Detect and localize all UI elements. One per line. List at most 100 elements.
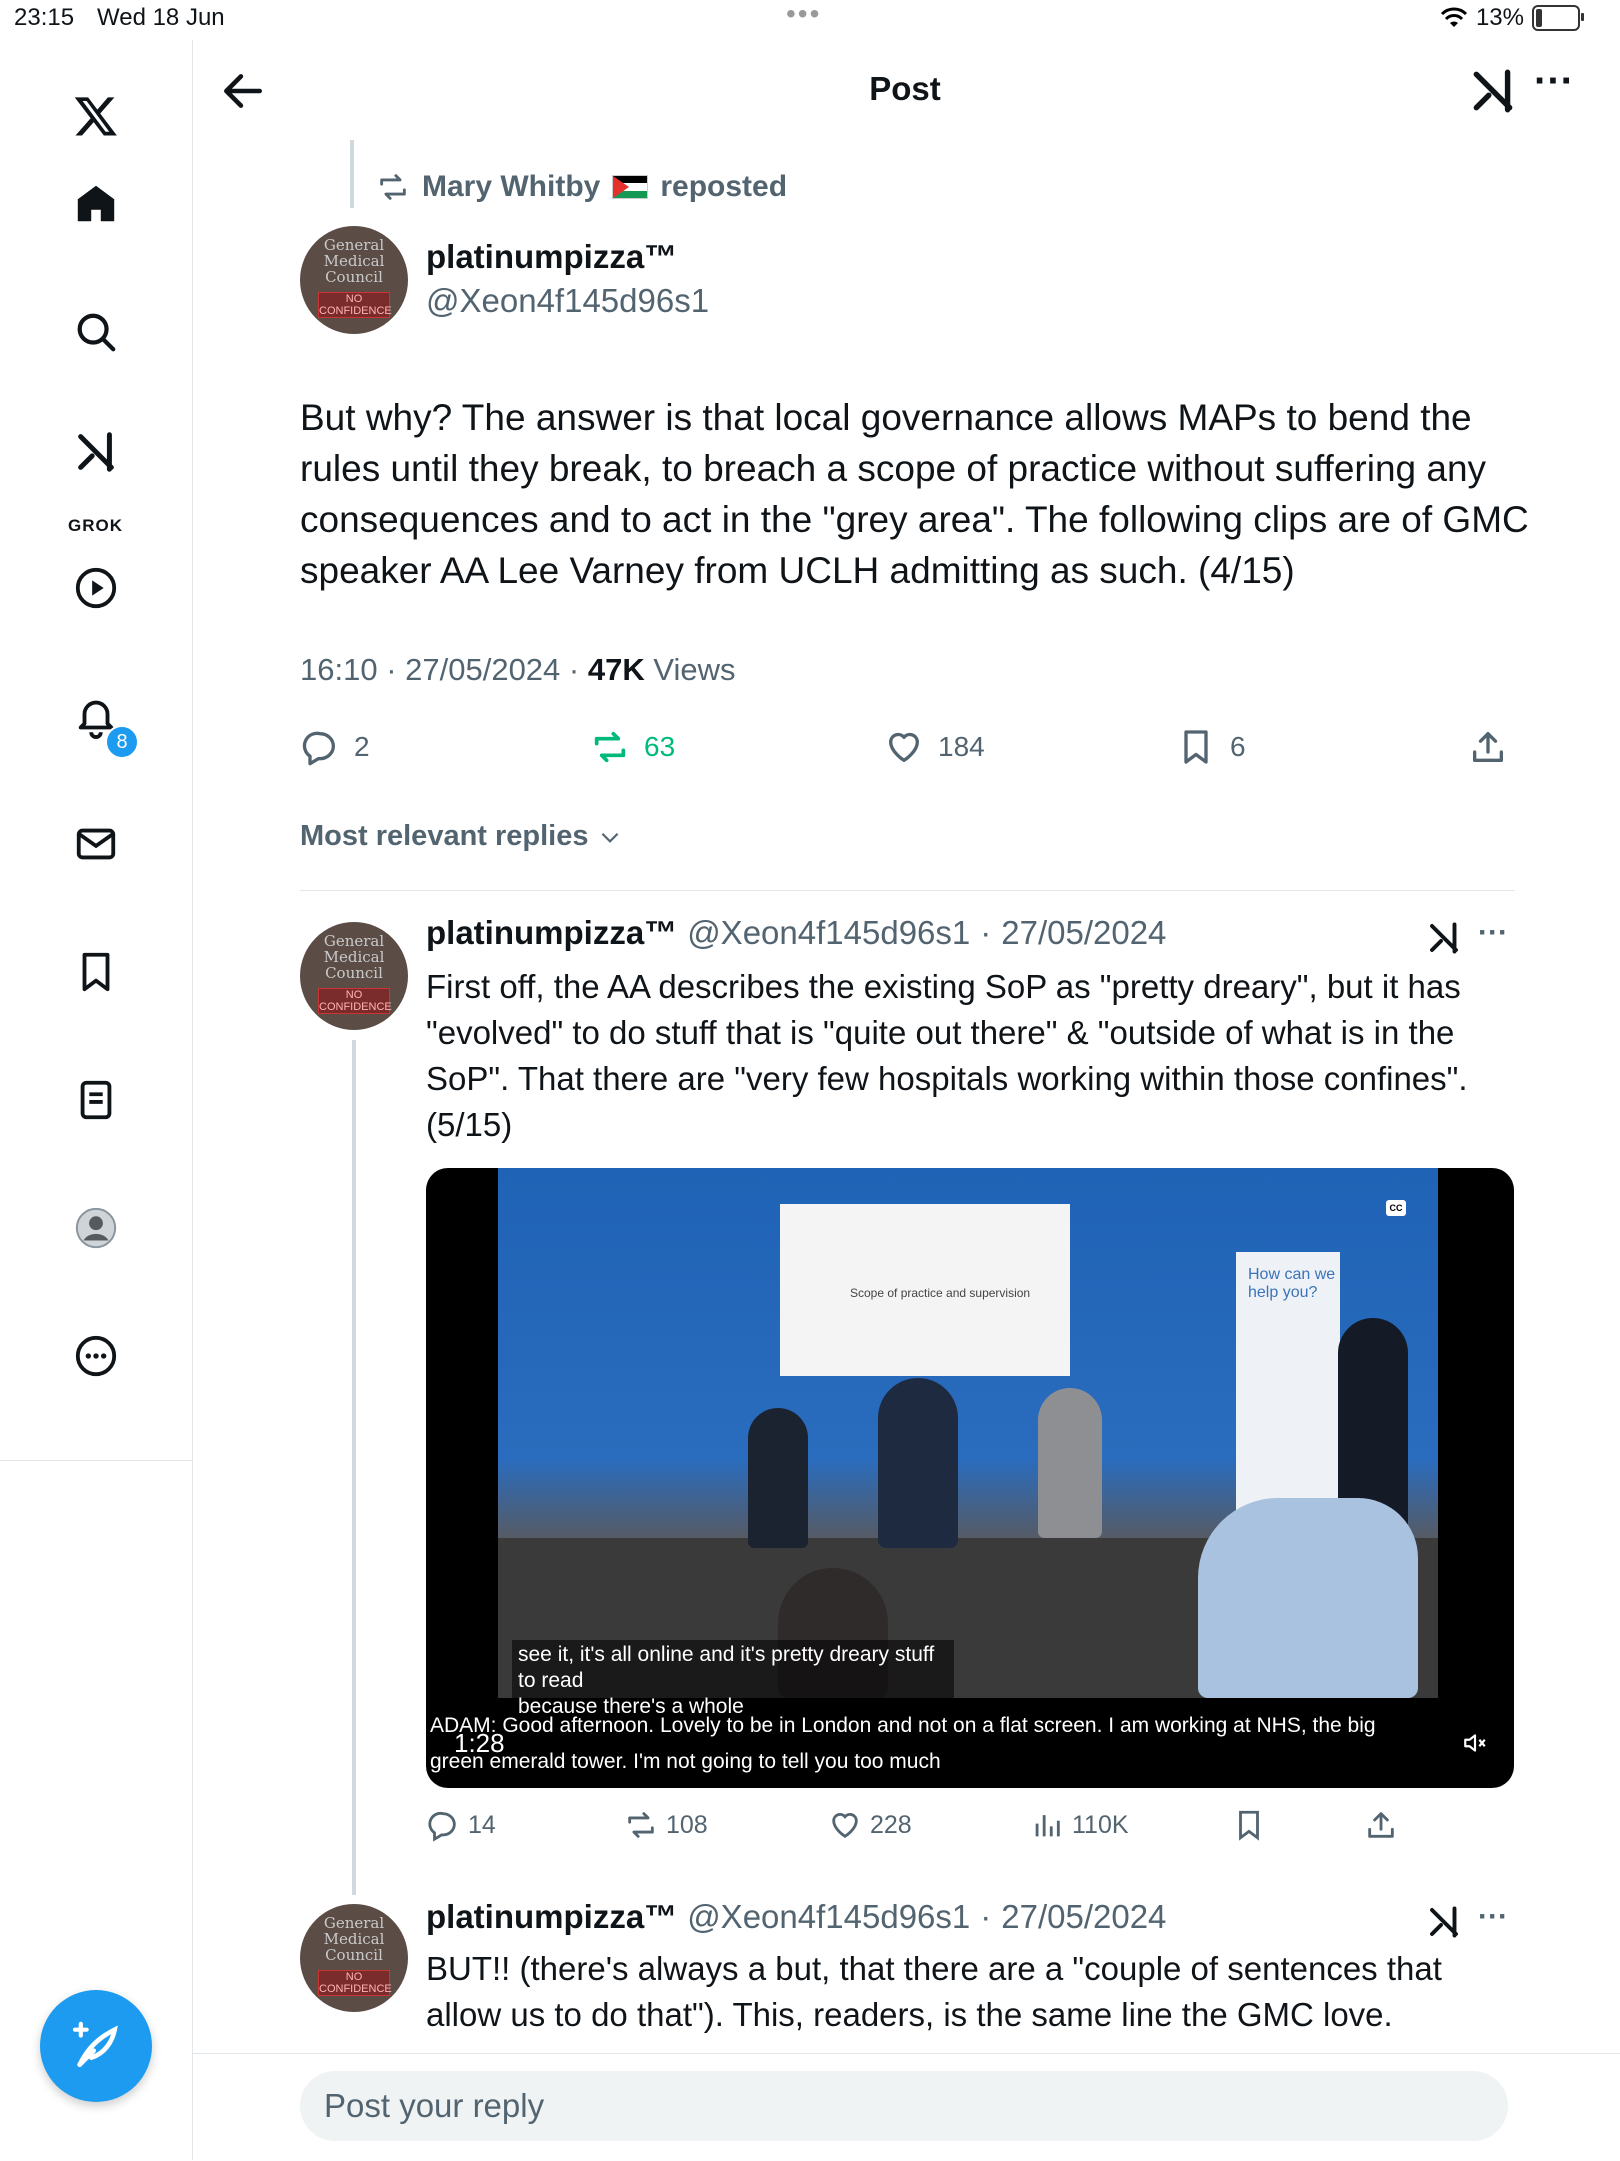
video-icon[interactable] <box>70 562 122 614</box>
sidebar-divider <box>0 1460 192 1461</box>
grok-icon[interactable] <box>1426 920 1462 956</box>
reply-header: platinumpizza™ @Xeon4f145d96s1 · 27/05/2… <box>426 1898 1167 1936</box>
search-icon[interactable] <box>70 306 122 358</box>
sort-label: Most relevant replies <box>300 820 589 852</box>
grok-label: GROK <box>68 516 123 535</box>
home-icon[interactable] <box>70 178 122 230</box>
mute-icon[interactable] <box>1462 1730 1488 1756</box>
lists-icon[interactable] <box>70 1074 122 1126</box>
grok-icon[interactable] <box>1468 66 1518 116</box>
reply-text: First off, the AA describes the existing… <box>426 964 1526 1148</box>
bookmark-button[interactable]: 6 <box>1176 727 1246 767</box>
reply-avatar[interactable]: General Medical Council NO CONFIDENCE <box>300 922 408 1030</box>
profile-avatar-icon[interactable] <box>70 1202 122 1254</box>
grok-icon[interactable] <box>1426 1904 1462 1940</box>
notifications-badge: 8 <box>105 725 139 759</box>
reply-text-line: SoP". That there are "very few hospitals… <box>426 1060 1468 1097</box>
person <box>878 1378 958 1548</box>
compose-feather-icon <box>72 2021 118 2067</box>
reply-button[interactable]: 14 <box>426 1808 496 1842</box>
status-date: Wed 18 Jun <box>97 4 225 31</box>
divider <box>300 890 1515 891</box>
person <box>748 1408 808 1548</box>
reply-count: 2 <box>354 731 370 762</box>
sidebar: GROK 8 <box>0 40 193 2160</box>
avatar-text: General <box>323 236 385 254</box>
banner-text: How can we help you? <box>1248 1266 1336 1301</box>
reposter-name[interactable]: Mary Whitby <box>422 170 600 204</box>
video-duration: 1:28 <box>454 1728 505 1758</box>
repost-icon <box>594 731 626 763</box>
thread-line <box>352 1040 356 1895</box>
reply-author-name[interactable]: platinumpizza™ <box>426 1898 677 1936</box>
like-count: 184 <box>938 731 985 762</box>
reply-button[interactable]: 2 <box>300 727 370 767</box>
multitasking-dots-icon[interactable]: ••• <box>786 0 821 30</box>
repost-count: 108 <box>666 1810 708 1839</box>
share-button[interactable] <box>1468 727 1522 767</box>
messages-icon[interactable] <box>70 818 122 870</box>
repost-count: 63 <box>644 731 676 762</box>
reply-input[interactable] <box>300 2071 1508 2141</box>
grok-icon[interactable] <box>70 426 122 478</box>
battery-percent: 13% <box>1475 4 1524 31</box>
reply-icon <box>302 731 335 766</box>
avatar-text: Council <box>325 268 383 286</box>
reply-more-icon[interactable]: ··· <box>1478 1900 1508 1934</box>
reply-date[interactable]: 27/05/2024 <box>1001 1898 1166 1936</box>
post-text: But why? The answer is that local govern… <box>300 397 1529 591</box>
caption-line: see it, it's all online and it's pretty … <box>518 1643 935 1692</box>
reply-author-handle[interactable]: @Xeon4f145d96s1 <box>687 1898 970 1936</box>
status-right: 13% <box>1440 4 1584 32</box>
avatar-stamp: NO CONFIDENCE <box>318 292 392 318</box>
like-button[interactable]: 228 <box>828 1808 912 1842</box>
repost-button[interactable]: 108 <box>624 1808 708 1842</box>
views-count: 110K <box>1072 1810 1129 1839</box>
avatar-text: Medical <box>323 252 385 270</box>
share-button[interactable] <box>1364 1808 1406 1842</box>
reposted-label: reposted <box>660 170 788 203</box>
views-count: 47K <box>587 652 645 687</box>
reply-count: 14 <box>468 1810 496 1839</box>
video-player[interactable]: Scope of practice and supervision How ca… <box>426 1168 1514 1788</box>
views-label: Views <box>653 652 736 687</box>
post-meta: 16:10 · 27/05/2024 · 47K Views <box>300 652 736 687</box>
repost-button[interactable]: 63 <box>590 727 675 767</box>
author-name[interactable]: platinumpizza™ <box>426 238 677 276</box>
reply-date[interactable]: 27/05/2024 <box>1001 914 1166 952</box>
share-icon <box>1368 1812 1394 1838</box>
more-menu-icon[interactable]: ··· <box>1534 61 1574 101</box>
avatar-stamp: NO CONFIDENCE <box>318 988 392 1014</box>
avatar-text: General <box>323 932 385 950</box>
like-button[interactable]: 184 <box>884 727 985 767</box>
video-frame: Scope of practice and supervision How ca… <box>498 1168 1438 1722</box>
reply-text-line: BUT!! (there's always a but, that there … <box>426 1950 1442 1987</box>
person <box>1038 1388 1102 1538</box>
reply-author-handle[interactable]: @Xeon4f145d96s1 <box>687 914 970 952</box>
reply-more-icon[interactable]: ··· <box>1478 916 1508 950</box>
author-avatar[interactable]: General Medical Council NO CONFIDENCE <box>300 226 408 334</box>
reply-author-name[interactable]: platinumpizza™ <box>426 914 677 952</box>
subtitle-line: ADAM: Good afternoon. Lovely to be in Lo… <box>430 1714 1376 1737</box>
reply-text: BUT!! (there's always a but, that there … <box>426 1946 1526 2038</box>
analytics-icon <box>1035 1815 1060 1837</box>
repost-indicator[interactable]: Mary Whitby reposted <box>376 170 787 204</box>
bookmark-count: 6 <box>1230 731 1246 762</box>
author-handle[interactable]: @Xeon4f145d96s1 <box>426 282 709 320</box>
compose-post-button[interactable] <box>40 1990 152 2102</box>
subtitle-line: green emerald tower. I'm not going to te… <box>430 1750 941 1773</box>
projector-screen: Scope of practice and supervision <box>780 1204 1070 1376</box>
repost-icon <box>628 1812 654 1838</box>
bookmark-button[interactable] <box>1232 1808 1274 1842</box>
reply-avatar[interactable]: General Medical Council NO CONFIDENCE <box>300 1904 408 2012</box>
closed-captions-icon[interactable]: CC <box>1386 1200 1406 1216</box>
reply-text-line: allow us to do that"). This, readers, is… <box>426 1996 1393 2033</box>
avatar-text: Medical <box>323 1930 385 1948</box>
more-options-icon[interactable] <box>70 1330 122 1382</box>
views-button[interactable]: 110K <box>1030 1808 1129 1842</box>
avatar-text: Council <box>325 964 383 982</box>
status-time: 23:15 <box>14 4 75 31</box>
sort-replies-dropdown[interactable]: Most relevant replies <box>300 820 623 853</box>
bookmarks-icon[interactable] <box>70 946 122 998</box>
post-date: 27/05/2024 <box>405 652 561 687</box>
